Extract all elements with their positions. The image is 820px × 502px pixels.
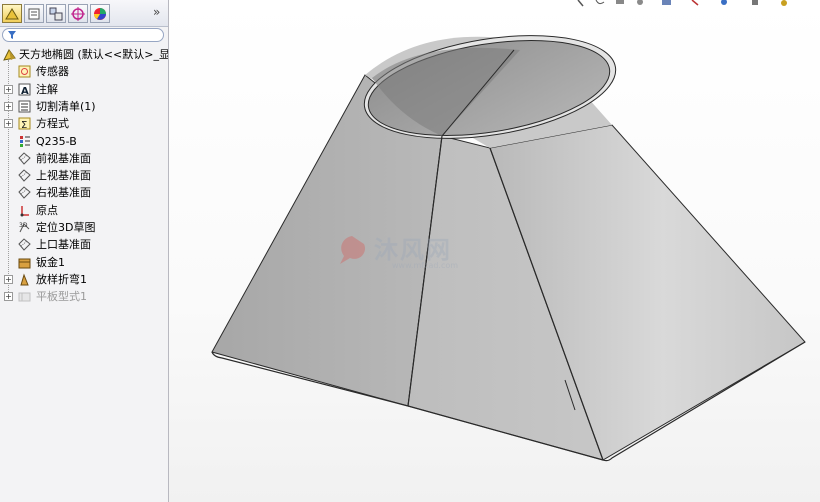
tree-root-label: 天方地椭圆 (默认<<默认>_显示	[19, 48, 169, 61]
tree-item[interactable]: + A 注解	[0, 81, 168, 98]
tree-item[interactable]: 上视基准面	[0, 167, 168, 184]
flatpattern-icon	[18, 290, 31, 303]
svg-text:Σ: Σ	[21, 120, 27, 130]
expand-panel-button[interactable]: »	[153, 5, 160, 19]
dimxpert-icon	[71, 7, 85, 21]
tree-root-part[interactable]: 天方地椭圆 (默认<<默认>_显示	[0, 46, 168, 63]
feature-manager-panel: » 天方地椭圆 (默认<<默认>_显示传感器 + A 注解 + 切割清单(1) + Σ 方程式 Q…	[0, 0, 169, 502]
featuremanager-icon	[5, 8, 19, 20]
tree-item-label: 上视基准面	[36, 169, 91, 182]
tree-item[interactable]: + 放样折弯1	[0, 271, 168, 288]
tree-item-label: 前视基准面	[36, 152, 91, 165]
tab-propertymanager[interactable]	[24, 4, 44, 23]
expand-toggle-icon[interactable]: +	[4, 275, 13, 284]
graphics-viewport[interactable]: 沐风网 www.mfcad.com	[169, 0, 820, 502]
tree-item-label: 放样折弯1	[36, 273, 87, 286]
tree-item-label: 注解	[36, 83, 58, 96]
plane-icon	[18, 186, 31, 199]
material-icon	[18, 135, 31, 148]
sketch3d-icon: 3D	[18, 221, 31, 234]
tree-item-label: Q235-B	[36, 135, 77, 148]
tree-item-label: 方程式	[36, 117, 69, 130]
plane-icon	[18, 152, 31, 165]
propertymanager-icon	[28, 8, 40, 20]
svg-text:A: A	[21, 86, 29, 96]
sheetmetal-icon	[18, 256, 31, 269]
manager-tabs: »	[0, 0, 168, 27]
origin-icon	[18, 204, 31, 217]
tree-item[interactable]: 传感器	[0, 63, 168, 80]
watermark-logo: 沐风网 www.mfcad.com	[334, 228, 534, 278]
plane-icon	[18, 169, 31, 182]
tree-item-label: 切割清单(1)	[36, 100, 96, 113]
annotation-icon: A	[18, 83, 31, 97]
plane-icon	[18, 238, 31, 251]
tree-item[interactable]: 钣金1	[0, 254, 168, 271]
tree-item-label: 定位3D草图	[36, 221, 96, 234]
expand-toggle-icon[interactable]: +	[4, 292, 13, 301]
configurationmanager-icon	[49, 7, 63, 21]
tree-item-label: 右视基准面	[36, 186, 91, 199]
tree-item[interactable]: Q235-B	[0, 133, 168, 150]
tree-item-label: 上口基准面	[36, 238, 91, 251]
tree-item-label: 钣金1	[36, 256, 65, 269]
loftedbend-icon	[18, 273, 31, 286]
tab-featuremanager[interactable]	[2, 4, 22, 23]
expand-toggle-icon[interactable]: +	[4, 119, 13, 128]
tree-item[interactable]: + 切割清单(1)	[0, 98, 168, 115]
expand-toggle-icon[interactable]: +	[4, 85, 13, 94]
tab-configurationmanager[interactable]	[46, 4, 66, 23]
tab-dimxpert[interactable]	[68, 4, 88, 23]
tree-item[interactable]: 右视基准面	[0, 184, 168, 201]
tree-item-label: 原点	[36, 204, 58, 217]
watermark-icon	[340, 236, 366, 264]
sensor-icon	[18, 65, 31, 78]
tree-item[interactable]: + Σ 方程式	[0, 115, 168, 132]
svg-text:3D: 3D	[19, 222, 28, 229]
equation-icon: Σ	[18, 117, 31, 131]
tree-filter-input[interactable]	[2, 28, 164, 42]
watermark-url: www.mfcad.com	[392, 261, 459, 270]
tree-item[interactable]: + 平板型式1	[0, 288, 168, 305]
displaymanager-icon	[94, 8, 106, 20]
watermark-text: 沐风网	[374, 236, 452, 264]
tree-item[interactable]: 3D 定位3D草图	[0, 219, 168, 236]
tree-item[interactable]: 原点	[0, 202, 168, 219]
cutlist-icon	[18, 100, 31, 113]
tree-item-label: 传感器	[36, 65, 69, 78]
filter-icon	[8, 31, 16, 39]
tab-displaymanager[interactable]	[90, 4, 110, 23]
part-root-icon	[3, 48, 16, 61]
expand-toggle-icon[interactable]: +	[4, 102, 13, 111]
tree-item-label: 平板型式1	[36, 290, 87, 303]
tree-item[interactable]: 上口基准面	[0, 236, 168, 253]
tree-item[interactable]: 前视基准面	[0, 150, 168, 167]
